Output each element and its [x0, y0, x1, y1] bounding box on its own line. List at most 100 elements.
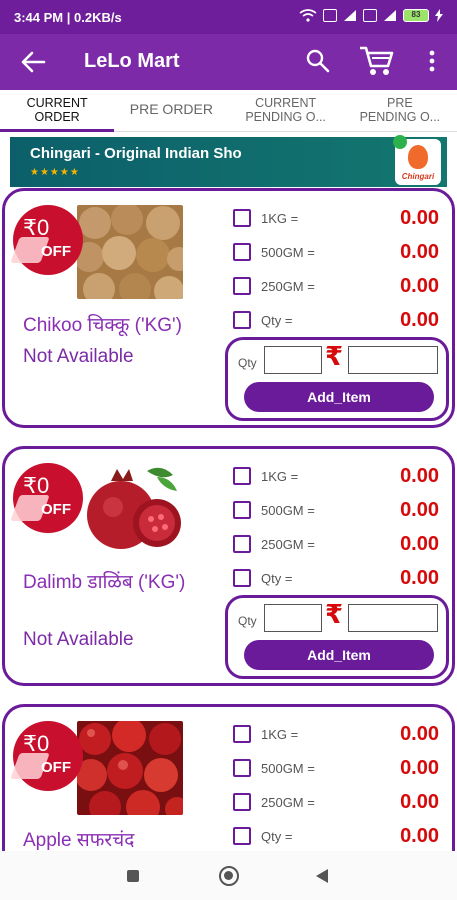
- volte-icon: [323, 9, 337, 22]
- product-name: Dalimb डाळिंब ('KG'): [23, 572, 186, 593]
- option-1kg[interactable]: 1KG = 0.00: [233, 723, 443, 747]
- option-qty[interactable]: Qty = 0.00: [233, 567, 443, 591]
- option-1kg[interactable]: 1KG = 0.00: [233, 465, 443, 489]
- discount-off-label: OFF: [41, 759, 71, 776]
- checkbox[interactable]: [233, 759, 251, 777]
- logo-text: Chingari: [401, 172, 435, 181]
- ad-title: Chingari - Original Indian Sho: [30, 145, 242, 162]
- status-icons: 83: [299, 9, 443, 22]
- back-nav-icon[interactable]: [316, 869, 328, 883]
- checkbox[interactable]: [233, 793, 251, 811]
- option-price: 0.00: [400, 533, 439, 555]
- qty-label: Qty: [238, 614, 257, 628]
- tab-label: PRE: [387, 96, 413, 110]
- option-label: Qty =: [261, 571, 293, 586]
- option-label: 250GM =: [261, 279, 315, 294]
- product-status: Not Available: [23, 346, 134, 367]
- option-500gm[interactable]: 500GM = 0.00: [233, 757, 443, 781]
- battery-icon: 83: [403, 9, 429, 22]
- tab-pre-pending[interactable]: PRE PENDING O...: [343, 90, 457, 131]
- app-title: LeLo Mart: [84, 50, 180, 72]
- option-price: 0.00: [400, 567, 439, 589]
- discount-amount: ₹0: [23, 215, 50, 240]
- option-price: 0.00: [400, 241, 439, 263]
- apple-image: [77, 721, 183, 815]
- wifi-icon: [299, 9, 317, 22]
- price-input[interactable]: [348, 346, 438, 374]
- option-label: 500GM =: [261, 503, 315, 518]
- checkbox[interactable]: [233, 277, 251, 295]
- checkbox[interactable]: [233, 243, 251, 261]
- tab-current-pending[interactable]: CURRENT PENDING O...: [229, 90, 343, 131]
- rupee-icon: ₹: [325, 341, 344, 371]
- option-500gm[interactable]: 500GM = 0.00: [233, 499, 443, 523]
- add-item-button[interactable]: Add_Item: [244, 640, 434, 670]
- discount-off-label: OFF: [41, 243, 71, 260]
- charging-icon: [435, 9, 443, 22]
- price-input[interactable]: [348, 604, 438, 632]
- checkbox[interactable]: [233, 827, 251, 845]
- verified-check-icon: [393, 135, 407, 149]
- option-250gm[interactable]: 250GM = 0.00: [233, 791, 443, 815]
- back-arrow-icon[interactable]: [18, 47, 48, 77]
- option-price: 0.00: [400, 757, 439, 779]
- recents-icon[interactable]: [127, 870, 139, 882]
- checkbox[interactable]: [233, 311, 251, 329]
- add-item-button[interactable]: Add_Item: [244, 382, 434, 412]
- ad-banner[interactable]: Chingari - Original Indian Sho ★★★★★ Chi…: [10, 135, 447, 187]
- tab-label: PENDING O...: [359, 110, 441, 124]
- option-1kg[interactable]: 1KG = 0.00: [233, 207, 443, 231]
- system-nav-bar: [0, 851, 457, 900]
- tab-label: PENDING O...: [245, 110, 326, 124]
- discount-amount: ₹0: [23, 731, 50, 756]
- tab-current-order[interactable]: CURRENT ORDER: [0, 90, 114, 131]
- option-label: 1KG =: [261, 211, 299, 226]
- option-250gm[interactable]: 250GM = 0.00: [233, 533, 443, 557]
- qty-input[interactable]: [264, 346, 322, 374]
- volte-icon-2: [363, 9, 377, 22]
- search-icon[interactable]: [305, 48, 331, 74]
- checkbox[interactable]: [233, 467, 251, 485]
- checkbox[interactable]: [233, 535, 251, 553]
- tab-label: CURRENT: [26, 96, 88, 110]
- option-price: 0.00: [400, 825, 439, 847]
- home-icon[interactable]: [219, 866, 239, 886]
- status-bar: 3:44 PM | 0.2KB/s 83: [0, 0, 457, 34]
- product-name: Apple सफरचंद: [23, 830, 135, 851]
- discount-off-label: OFF: [41, 501, 71, 518]
- discount-badge: ₹0 OFF: [10, 205, 83, 275]
- flame-icon: [408, 145, 428, 169]
- option-label: 1KG =: [261, 469, 299, 484]
- option-price: 0.00: [400, 275, 439, 297]
- cart-icon[interactable]: [358, 44, 394, 78]
- app-bar: LeLo Mart: [0, 34, 457, 90]
- product-card: ₹0 OFF Apple सफरचंद 1KG = 0.00 500GM = 0…: [2, 704, 455, 864]
- signal-icon-2: [384, 10, 396, 21]
- tab-bar: CURRENT ORDER PRE ORDER CURRENT PENDING …: [0, 90, 457, 132]
- option-250gm[interactable]: 250GM = 0.00: [233, 275, 443, 299]
- option-500gm[interactable]: 500GM = 0.00: [233, 241, 443, 265]
- option-price: 0.00: [400, 465, 439, 487]
- option-qty[interactable]: Qty = 0.00: [233, 309, 443, 333]
- product-card: ₹0 OFF Dalimb डाळिंब ('KG') Not Availabl…: [2, 446, 455, 686]
- checkbox[interactable]: [233, 501, 251, 519]
- discount-badge: ₹0 OFF: [10, 721, 83, 791]
- checkbox[interactable]: [233, 725, 251, 743]
- tab-label: CURRENT: [255, 96, 317, 110]
- option-price: 0.00: [400, 791, 439, 813]
- option-price: 0.00: [400, 309, 439, 331]
- tab-label: PRE ORDER: [129, 102, 213, 116]
- option-price: 0.00: [400, 723, 439, 745]
- checkbox[interactable]: [233, 209, 251, 227]
- tab-indicator: [0, 129, 114, 132]
- option-label: Qty =: [261, 313, 293, 328]
- option-label: 1KG =: [261, 727, 299, 742]
- checkbox[interactable]: [233, 569, 251, 587]
- more-vert-icon[interactable]: [424, 48, 440, 74]
- option-label: 500GM =: [261, 245, 315, 260]
- tab-pre-order[interactable]: PRE ORDER: [114, 90, 228, 131]
- discount-badge: ₹0 OFF: [10, 463, 83, 533]
- qty-input[interactable]: [264, 604, 322, 632]
- option-qty[interactable]: Qty = 0.00: [233, 825, 443, 849]
- chikoo-fruit-image: [77, 205, 183, 299]
